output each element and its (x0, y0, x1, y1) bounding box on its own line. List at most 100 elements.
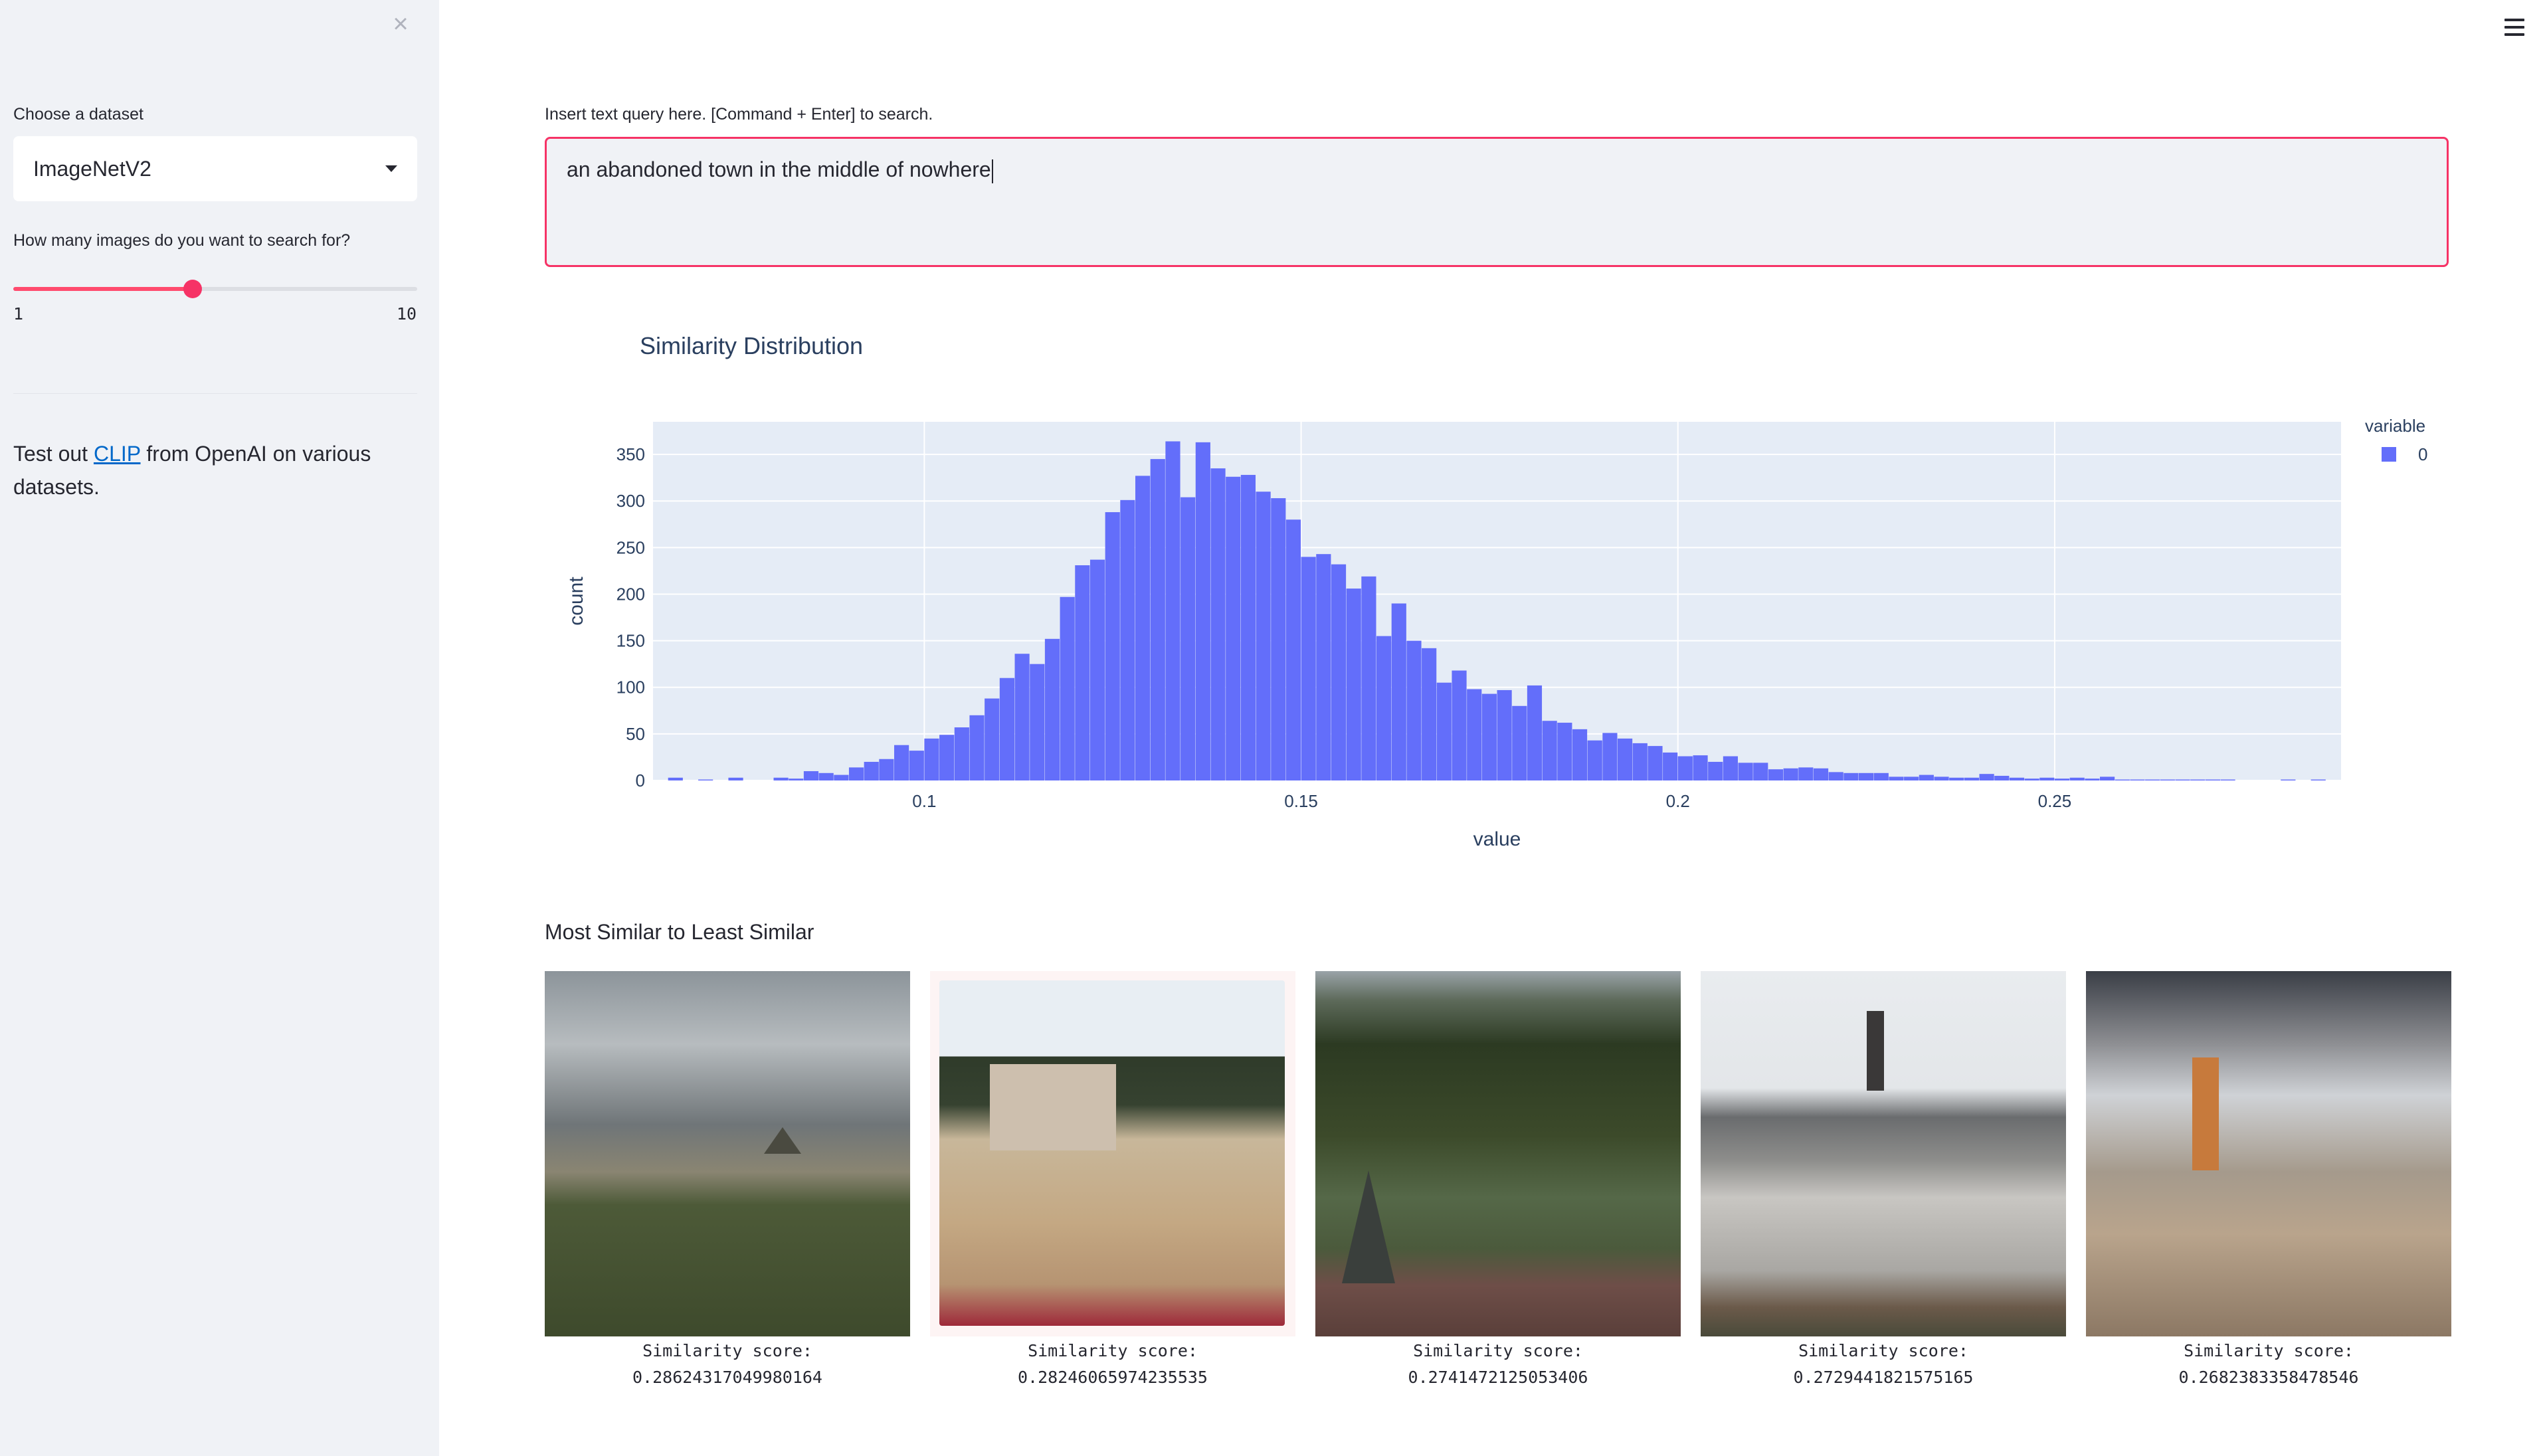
result-caption: Similarity score: 0.28246065974235535 (930, 1338, 1295, 1391)
histogram-bar (1406, 640, 1422, 780)
result-image-2 (930, 971, 1295, 1336)
slider-handle[interactable] (183, 280, 203, 298)
result-card: Similarity score: 0.2741472125053406 (1315, 971, 1681, 1391)
query-textarea[interactable]: an abandoned town in the middle of nowhe… (545, 137, 2449, 267)
histogram-bar (1843, 773, 1859, 780)
histogram-bar (999, 678, 1014, 780)
histogram-bar (969, 715, 985, 780)
result-caption: Similarity score: 0.28624317049980164 (545, 1338, 910, 1391)
histogram-bar (1527, 685, 1543, 780)
histogram-bar (1285, 519, 1301, 780)
histogram-bar (1632, 743, 1648, 780)
text-cursor (991, 159, 993, 183)
y-tick-label: 50 (626, 724, 645, 744)
histogram-bar (1783, 768, 1798, 780)
histogram-bar (939, 735, 955, 780)
similarity-score-label: Similarity score: (2184, 1341, 2354, 1360)
histogram-bar (1663, 752, 1678, 780)
close-sidebar-icon[interactable]: × (389, 11, 413, 37)
y-tick-label: 100 (616, 678, 645, 697)
histogram-bar (1618, 738, 1633, 780)
x-tick-label: 0.2 (1666, 791, 1690, 811)
dataset-label: Choose a dataset (13, 105, 143, 124)
similarity-score-label: Similarity score: (642, 1341, 812, 1360)
histogram-bar (1150, 459, 1165, 780)
slider-fill (13, 287, 193, 291)
dataset-select[interactable]: ImageNetV2 (13, 136, 417, 201)
histogram-bar (1693, 755, 1708, 780)
histogram-bar (1436, 682, 1452, 780)
query-label: Insert text query here. [Command + Enter… (545, 105, 933, 124)
x-tick-label: 0.25 (2038, 791, 2072, 811)
image-count-label: How many images do you want to search fo… (13, 231, 351, 250)
histogram-bar (1210, 468, 1226, 780)
sidebar-divider (13, 393, 417, 394)
histogram-bar (1331, 564, 1347, 780)
sidebar: × Choose a dataset ImageNetV2 How many i… (0, 0, 439, 1456)
histogram-bar (1753, 763, 1768, 780)
histogram-bar (1467, 689, 1482, 780)
histogram-bar (1813, 768, 1829, 780)
histogram-bar (1723, 756, 1738, 780)
histogram-bar (1060, 596, 1075, 780)
result-image-4 (1701, 971, 2066, 1336)
histogram-bar (1587, 740, 1602, 780)
hamburger-menu-icon[interactable] (2504, 19, 2524, 36)
x-axis-label: value (1473, 828, 1521, 850)
histogram-bar (1075, 565, 1090, 780)
histogram-bar (1768, 769, 1784, 780)
histogram-bar (1089, 559, 1105, 780)
result-card: Similarity score: 0.28624317049980164 (545, 971, 910, 1391)
result-image-1 (545, 971, 910, 1336)
slider-max-label: 10 (397, 304, 417, 323)
image-count-slider[interactable] (13, 280, 417, 298)
result-caption: Similarity score: 0.2741472125053406 (1315, 1338, 1681, 1391)
y-tick-label: 350 (616, 444, 645, 464)
clip-link[interactable]: CLIP (94, 442, 141, 466)
histogram-bar (1648, 746, 1663, 780)
y-tick-label: 150 (616, 631, 645, 651)
query-text: an abandoned town in the middle of nowhe… (567, 157, 991, 181)
histogram-bar (1677, 756, 1693, 780)
histogram-bar (728, 777, 743, 780)
similarity-score-value: 0.2729441821575165 (1793, 1368, 1974, 1387)
histogram-bar (789, 778, 804, 780)
histogram-bar (1557, 723, 1572, 780)
histogram-bar (1949, 777, 1964, 780)
histogram-bar (1256, 492, 1271, 780)
histogram-bar (1226, 476, 1241, 780)
histogram-bar (1873, 773, 1889, 780)
histogram-bar (1316, 554, 1331, 780)
result-card: Similarity score: 0.2682383358478546 (2086, 971, 2451, 1391)
histogram-bar (1452, 670, 1467, 780)
histogram-bar (1904, 776, 1919, 780)
result-caption: Similarity score: 0.2729441821575165 (1701, 1338, 2066, 1391)
histogram-bar (2024, 778, 2039, 780)
histogram-bar (1391, 603, 1406, 780)
histogram-bar (909, 751, 924, 780)
histogram-bar (1979, 774, 1994, 780)
histogram-bar (1934, 776, 1949, 780)
histogram-bar (1889, 776, 1904, 780)
result-image-5 (2086, 971, 2451, 1336)
histogram-bar (1859, 773, 1874, 780)
histogram-bar (1271, 498, 1286, 780)
chart-title: Similarity Distribution (640, 332, 864, 359)
histogram-bar (1195, 442, 1210, 780)
histogram-bar (1240, 474, 1256, 780)
legend-title: variable (2365, 416, 2425, 436)
similarity-score-value: 0.2682383358478546 (2178, 1368, 2359, 1387)
histogram-bar (879, 759, 894, 780)
histogram-bar (818, 773, 834, 780)
histogram-bar (1180, 497, 1196, 780)
histogram-bar (2039, 777, 2055, 780)
histogram-bar (1044, 638, 1060, 780)
histogram-bar (1964, 777, 1979, 780)
legend-swatch (2382, 447, 2396, 462)
histogram-bar (803, 771, 819, 780)
histogram-bar (1481, 693, 1497, 780)
histogram-bar (1708, 761, 1723, 780)
chevron-down-icon (385, 165, 397, 172)
histogram-bar (2069, 777, 2085, 780)
similarity-score-value: 0.28246065974235535 (1018, 1368, 1208, 1387)
